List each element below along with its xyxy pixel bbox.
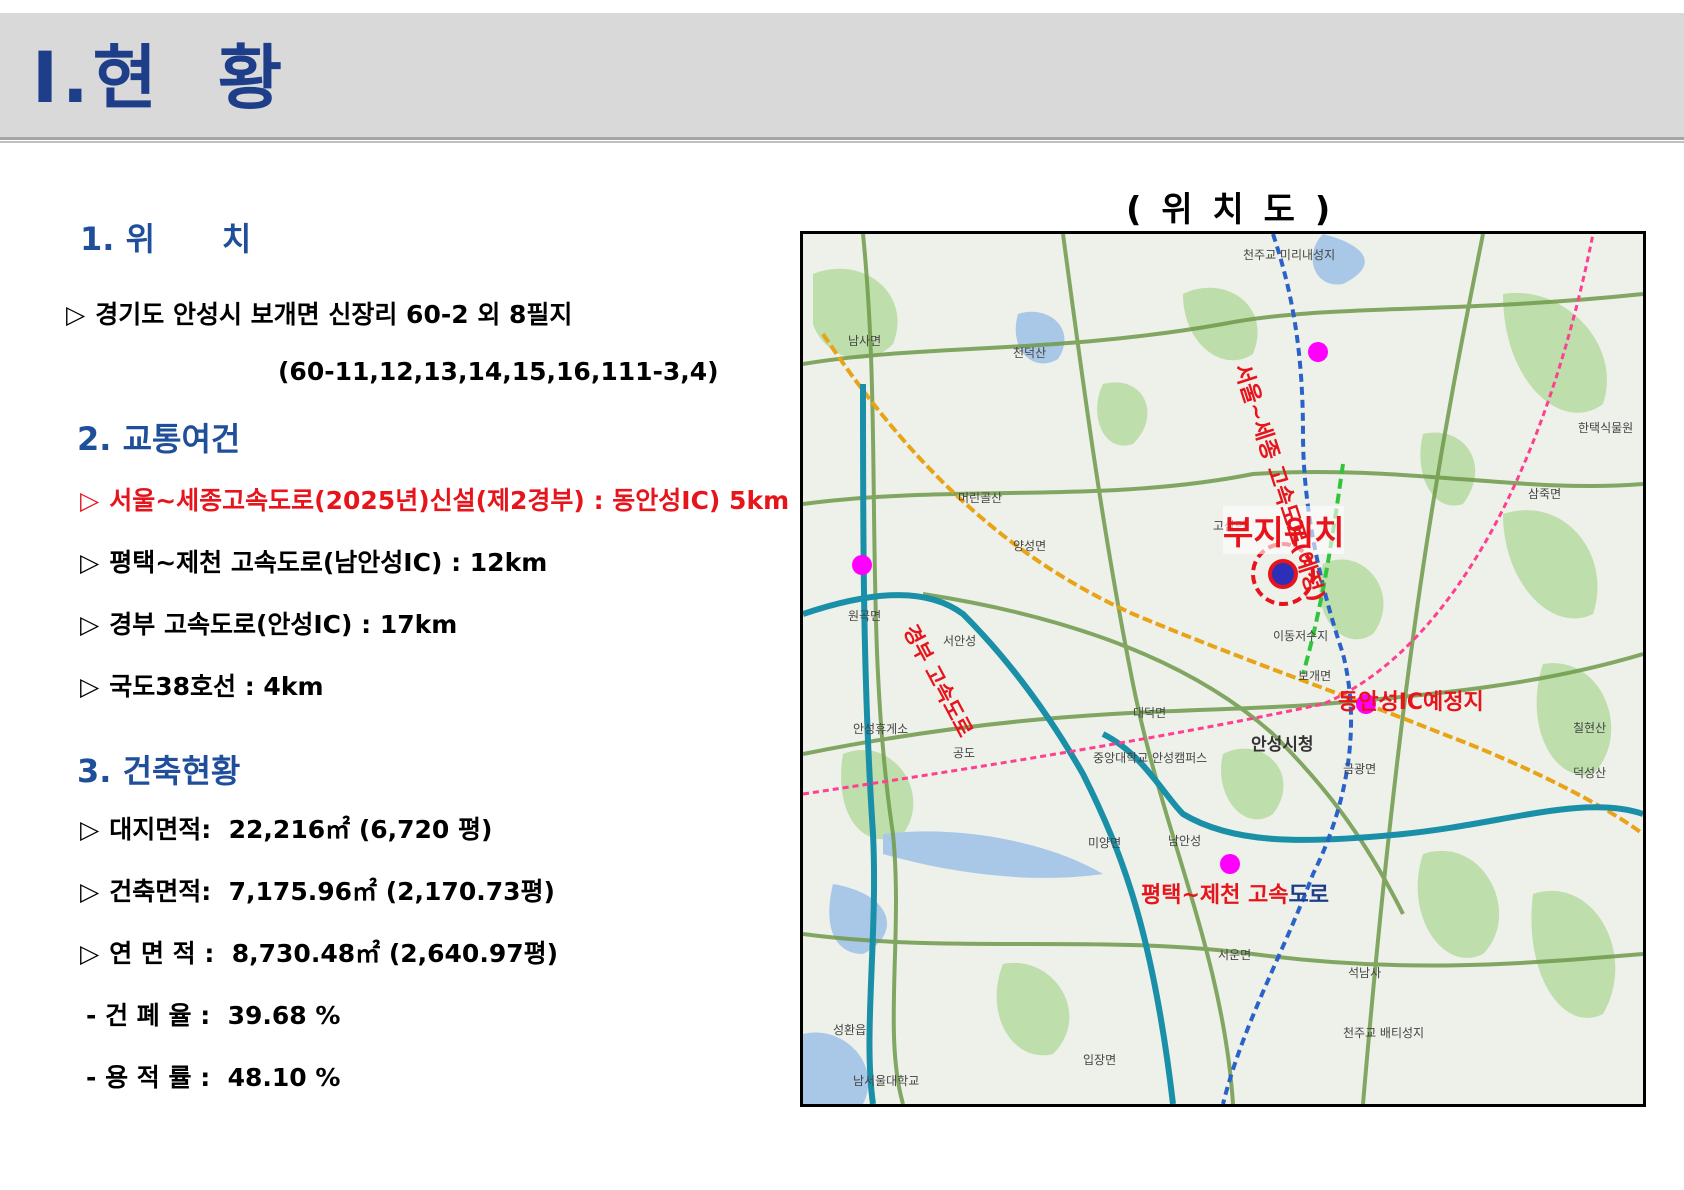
bullet-triangle-icon: ▷ (66, 300, 86, 329)
map-label-seongnamsa: 석남사 (1348, 966, 1382, 980)
map-label-baeti: 천주교 배티성지 (1343, 1026, 1425, 1040)
bullet-triangle-icon: ▷ (80, 877, 100, 906)
total-floor-area: ▷ 연 면 적 : 8,730.48㎡ (2,640.97평) (80, 939, 559, 968)
map-label-samjuk: 삼죽면 (1528, 487, 1562, 501)
map-label-gongdo: 공도 (953, 746, 976, 760)
pyeongtaek-jecheon-label: 평택~제천 고속도로 (1141, 883, 1330, 908)
map-label-chilhyeonsan: 칠현산 (1573, 721, 1607, 735)
building-coverage-ratio: - 건 폐 율 : 39.68 % (86, 1001, 341, 1030)
map-label-ipjang: 입장면 (1083, 1053, 1117, 1067)
map-label-miri: 천주교 미리내성지 (1243, 248, 1336, 262)
parcel-numbers: (60-11,12,13,14,15,16,111-3,4) (278, 357, 719, 386)
map-label-cheondeoksan: 머린골산 (958, 491, 1003, 505)
address-line: ▷ 경기도 안성시 보개면 신장리 60-2 외 8필지 (66, 295, 572, 331)
map-label-namseoul-univ: 남서울대학교 (853, 1074, 920, 1088)
expressways (803, 383, 1643, 1104)
location-map[interactable]: 천주교 미리내성지 고삼면 삼죽면 양성면 머린골산 이동저수지 보개면 대덕면… (800, 231, 1646, 1107)
map-label-namsa: 남사면 (848, 334, 882, 348)
map-label-seoanseong: 서안성 (943, 634, 977, 648)
bullet-triangle-icon: ▷ (80, 815, 100, 844)
dongansung-ic-label: 동안성IC예정지 (1338, 690, 1484, 715)
building-heading: 3. 건축현황 (77, 752, 241, 790)
map-label-namanseong: 남안성 (1168, 834, 1202, 848)
map-label-yangseong: 양성면 (1013, 539, 1047, 553)
floor-area-ratio: - 용 적 률 : 48.10 % (86, 1063, 341, 1092)
map-label-geumgwang: 금광면 (1343, 762, 1377, 776)
map-label-bogae: 보개면 (1298, 669, 1332, 683)
water-bodies (803, 234, 1365, 1104)
traffic-item-national-road-38: ▷ 국도38호선 : 4km (80, 672, 324, 701)
map-label-city-hall: 안성시청 (1251, 735, 1314, 755)
site-area: ▷ 대지면적: 22,216㎡ (6,720 평) (80, 815, 493, 844)
map-label-seoun: 서운면 (1218, 948, 1252, 962)
map-label-wongok: 원곡면 (848, 609, 882, 623)
map-label-idong-reservoir: 천덕산 (1013, 346, 1047, 360)
location-heading: 1. 위 치 (80, 220, 252, 258)
traffic-heading: 2. 교통여건 (77, 420, 241, 458)
bullet-triangle-icon: ▷ (80, 939, 100, 968)
bullet-triangle-icon: ▷ (80, 548, 100, 577)
map-caption: ( 위 치 도 ) (1126, 190, 1335, 230)
map-label-miyang: 미양면 (1088, 836, 1122, 850)
traffic-item-seoul-sejong: ▷ 서울~세종고속도로(2025년)신설(제2경부) : 동안성IC) 5km (80, 486, 790, 515)
map-label-hantaek: 한택식물원 (1578, 421, 1634, 435)
traffic-item-pyeongtaek-jecheon: ▷ 평택~제천 고속도로(남안성IC) : 12km (80, 548, 548, 577)
bullet-triangle-icon: ▷ (80, 672, 100, 701)
title-divider-shadow (0, 141, 1684, 143)
traffic-item-gyeongbu: ▷ 경부 고속도로(안성IC) : 17km (80, 610, 458, 639)
building-area: ▷ 건축면적: 7,175.96㎡ (2,170.73평) (80, 877, 555, 906)
map-label-anseong-rest-area: 안성휴게소 (853, 722, 909, 736)
map-label-daedeok: 대덕면 (1133, 706, 1167, 720)
bullet-triangle-icon: ▷ (80, 486, 100, 515)
map-label-deokseongsan: 덕성산 (1573, 766, 1607, 780)
bullet-triangle-icon: ▷ (80, 610, 100, 639)
title-divider (0, 137, 1684, 140)
page-title: Ⅰ.현 황 (32, 37, 287, 119)
map-label-chungang-univ: 중앙대학교 안성캠퍼스 (1093, 751, 1208, 765)
map-label-meorigolsan: 이동저수지 (1273, 629, 1329, 643)
address-text: 경기도 안성시 보개면 신장리 60-2 외 8필지 (95, 300, 573, 329)
map-label-seonghwan: 성환읍 (833, 1023, 867, 1037)
